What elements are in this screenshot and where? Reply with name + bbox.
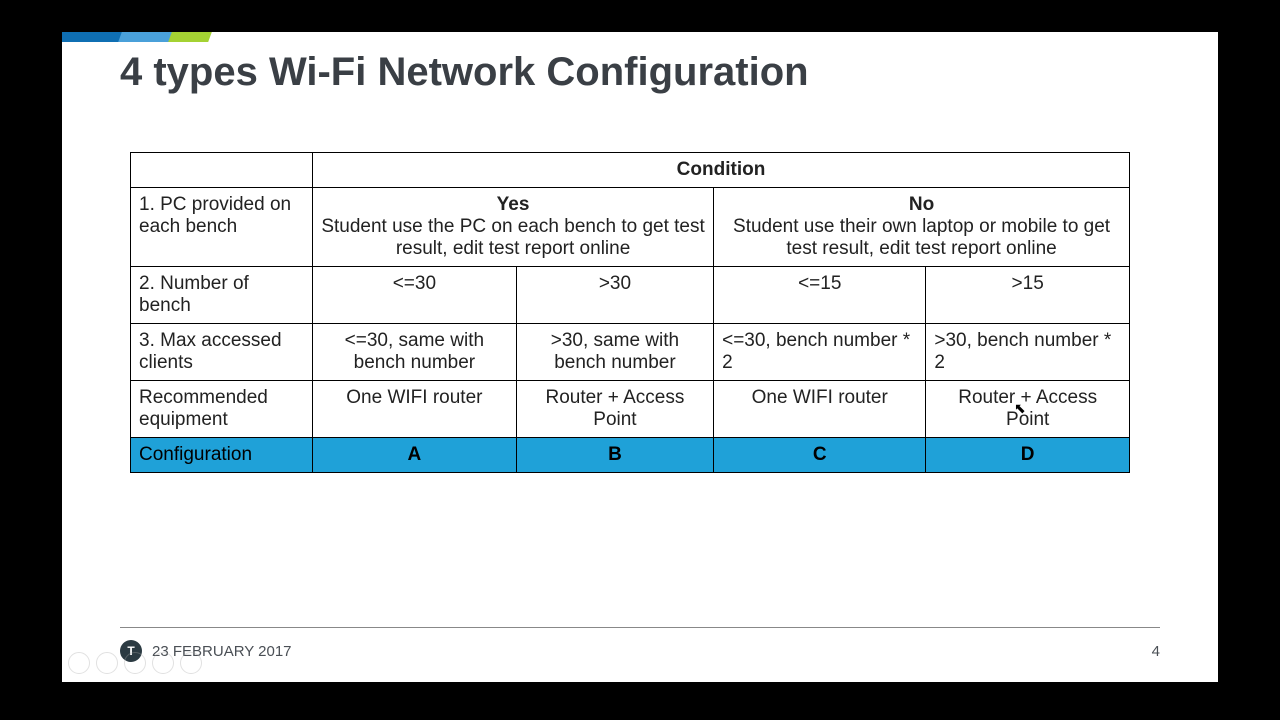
row5-colD: D [926, 438, 1130, 473]
row5-colC: C [714, 438, 926, 473]
row1-label: 1. PC provided on each bench [131, 188, 313, 267]
page-number: 4 [1152, 643, 1160, 660]
row2-colA: <=30 [313, 267, 517, 324]
accent-bar [62, 32, 222, 42]
slide: 4 types Wi-Fi Network Configuration Cond… [62, 32, 1218, 682]
row4-colD: Router + Access Point [926, 381, 1130, 438]
row5-colA: A [313, 438, 517, 473]
footer-date: 23 FEBRUARY 2017 [152, 643, 292, 660]
row5-label: Configuration [131, 438, 313, 473]
row4-label: Recommended equipment [131, 381, 313, 438]
no-desc: Student use their own laptop or mobile t… [722, 216, 1121, 260]
row4-colC: One WIFI router [714, 381, 926, 438]
row4-colA: One WIFI router [313, 381, 517, 438]
slide-title: 4 types Wi-Fi Network Configuration [120, 50, 809, 95]
row2-colC: <=15 [714, 267, 926, 324]
row3-colD: >30, bench number * 2 [926, 324, 1130, 381]
row3-colB: >30, same with bench number [516, 324, 713, 381]
footer-divider [120, 627, 1160, 628]
no-heading: No [722, 194, 1121, 216]
condition-header: Condition [313, 153, 1130, 188]
row2-colD: >15 [926, 267, 1130, 324]
row5-colB: B [516, 438, 713, 473]
row2-colB: >30 [516, 267, 713, 324]
row3-colC: <=30, bench number * 2 [714, 324, 926, 381]
config-table: Condition 1. PC provided on each bench Y… [130, 152, 1130, 473]
brand-logo-icon: T [120, 640, 142, 662]
footer: T 23 FEBRUARY 2017 4 [120, 640, 1160, 662]
row2-label: 2. Number of bench [131, 267, 313, 324]
row3-colA: <=30, same with bench number [313, 324, 517, 381]
blank-header [131, 153, 313, 188]
row4-colB: Router + Access Point [516, 381, 713, 438]
yes-heading: Yes [321, 194, 705, 216]
row3-label: 3. Max accessed clients [131, 324, 313, 381]
yes-desc: Student use the PC on each bench to get … [321, 216, 705, 260]
